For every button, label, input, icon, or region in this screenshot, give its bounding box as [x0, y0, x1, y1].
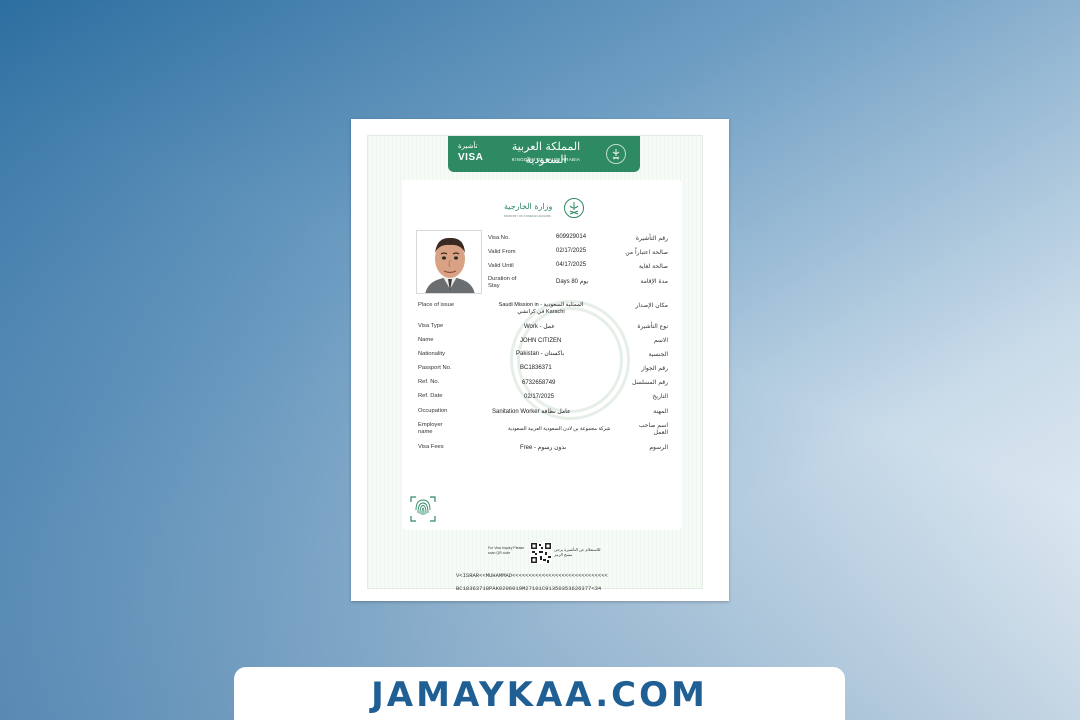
fingerprint-icon [410, 496, 436, 522]
name-label-ar: الاسم [653, 337, 668, 344]
ref-date-label-ar: التاريخ [652, 393, 668, 400]
visa-fees-label-ar: الرسوم [649, 444, 668, 451]
passport-no-label-ar: رقم الجواز [641, 365, 668, 372]
qr-instructions-en: For Visa Inquiry Please scan QR code [488, 546, 525, 555]
visa-sheet: تأشيرة VISA المملكة العربية السعودية KIN… [367, 135, 703, 592]
occupation-label: Occupation [418, 408, 448, 414]
visa-no-label-ar: رقم التأشيرة [635, 235, 668, 242]
ref-no-label: Ref. No. [418, 379, 440, 385]
visa-details-card: وزارة الخارجية MINISTRY OF FOREIGN AFFAI… [402, 180, 682, 530]
ref-no-label-ar: رقم المسلسل [632, 379, 668, 386]
duration-label: Duration of Stay [488, 276, 517, 289]
kingdom-name-en: KINGDOM OF SAUDI ARABIA [511, 157, 581, 162]
visa-fees-label: Visa Fees [418, 444, 444, 450]
employer-label: Employer name [418, 422, 443, 435]
employer-value: شركة مجموعة بن لادن السعودية العربية الس… [508, 426, 611, 432]
valid-from-label: Valid From [488, 249, 516, 255]
mrz-line-2: BC18363718PAK0206019M27101C9135035362637… [456, 585, 602, 592]
ministry-emblem-icon [564, 198, 584, 218]
mrz-line-1: V<ISRAR<<MUHAMMAD<<<<<<<<<<<<<<<<<<<<<<<… [456, 572, 608, 579]
footer-banner: JAMAYKAA.COM [234, 667, 845, 720]
passport-no-label: Passport No. [418, 365, 452, 371]
visa-header-band: تأشيرة VISA المملكة العربية السعودية KIN… [448, 136, 640, 172]
watermark-seal [510, 300, 630, 420]
name-value: JOHN CITIZEN [520, 338, 562, 344]
visa-document: تأشيرة VISA المملكة العربية السعودية KIN… [351, 119, 729, 601]
occupation-value: Sanitation Worker عامل نظافة [492, 409, 571, 415]
visa-type-label-ar: نوع التأشيرة [637, 323, 668, 330]
passport-no-value: BC1836371 [520, 365, 552, 371]
employer-label-ar: اسم صاحب العمل [638, 422, 668, 436]
ministry-logo: وزارة الخارجية MINISTRY OF FOREIGN AFFAI… [504, 196, 584, 222]
valid-until-label-ar: صالحة لغاية [638, 263, 668, 270]
valid-until-label: Valid Until [488, 263, 514, 269]
ref-date-value: 02/17/2025 [524, 394, 555, 400]
valid-from-value: 02/17/2025 [556, 248, 587, 254]
ministry-name-ar: وزارة الخارجية [504, 202, 553, 211]
duration-label-ar: مدة الإقامة [640, 278, 668, 285]
name-label: Name [418, 337, 434, 343]
visa-label-ar: تأشيرة [458, 143, 478, 150]
visa-fees-value: Free - بدون رسوم [520, 445, 567, 451]
duration-value: Days 80 يوم [556, 279, 589, 285]
visa-no-value: 609929014 [556, 234, 587, 240]
emblem-icon [606, 144, 626, 164]
kingdom-name-ar: المملكة العربية السعودية [511, 140, 581, 166]
qr-code-icon[interactable] [530, 542, 552, 564]
place-of-issue-label-ar: مكان الإصدار [635, 302, 668, 309]
visa-type-label: Visa Type [418, 323, 444, 329]
valid-from-label-ar: صالحة اعتباراً من [625, 249, 668, 256]
place-of-issue-label: Place of issue [418, 302, 455, 308]
site-name: JAMAYKAA.COM [371, 675, 708, 715]
valid-until-value: 04/17/2025 [556, 262, 587, 268]
place-of-issue-value: Saudi Mission in - الممثلية السعودية في … [498, 302, 584, 315]
qr-instructions-ar: للاستعلام عن التأشيرة يرجى مسح الرمز [554, 547, 601, 557]
visa-type-value: Work - عمل [524, 324, 555, 330]
visa-no-label: Visa No. [488, 235, 510, 241]
ref-no-value: 6732658749 [522, 380, 556, 386]
occupation-label-ar: المهنة [653, 408, 668, 415]
nationality-label: Nationality [418, 351, 446, 357]
ministry-name-en: MINISTRY OF FOREIGN AFFAIRS [504, 214, 551, 218]
visa-label-en: VISA [458, 152, 484, 163]
nationality-label-ar: الجنسية [648, 351, 668, 358]
nationality-value: Pakistan - باكستان [516, 351, 565, 357]
ref-date-label: Ref. Date [418, 393, 443, 399]
passport-photo [416, 230, 482, 294]
